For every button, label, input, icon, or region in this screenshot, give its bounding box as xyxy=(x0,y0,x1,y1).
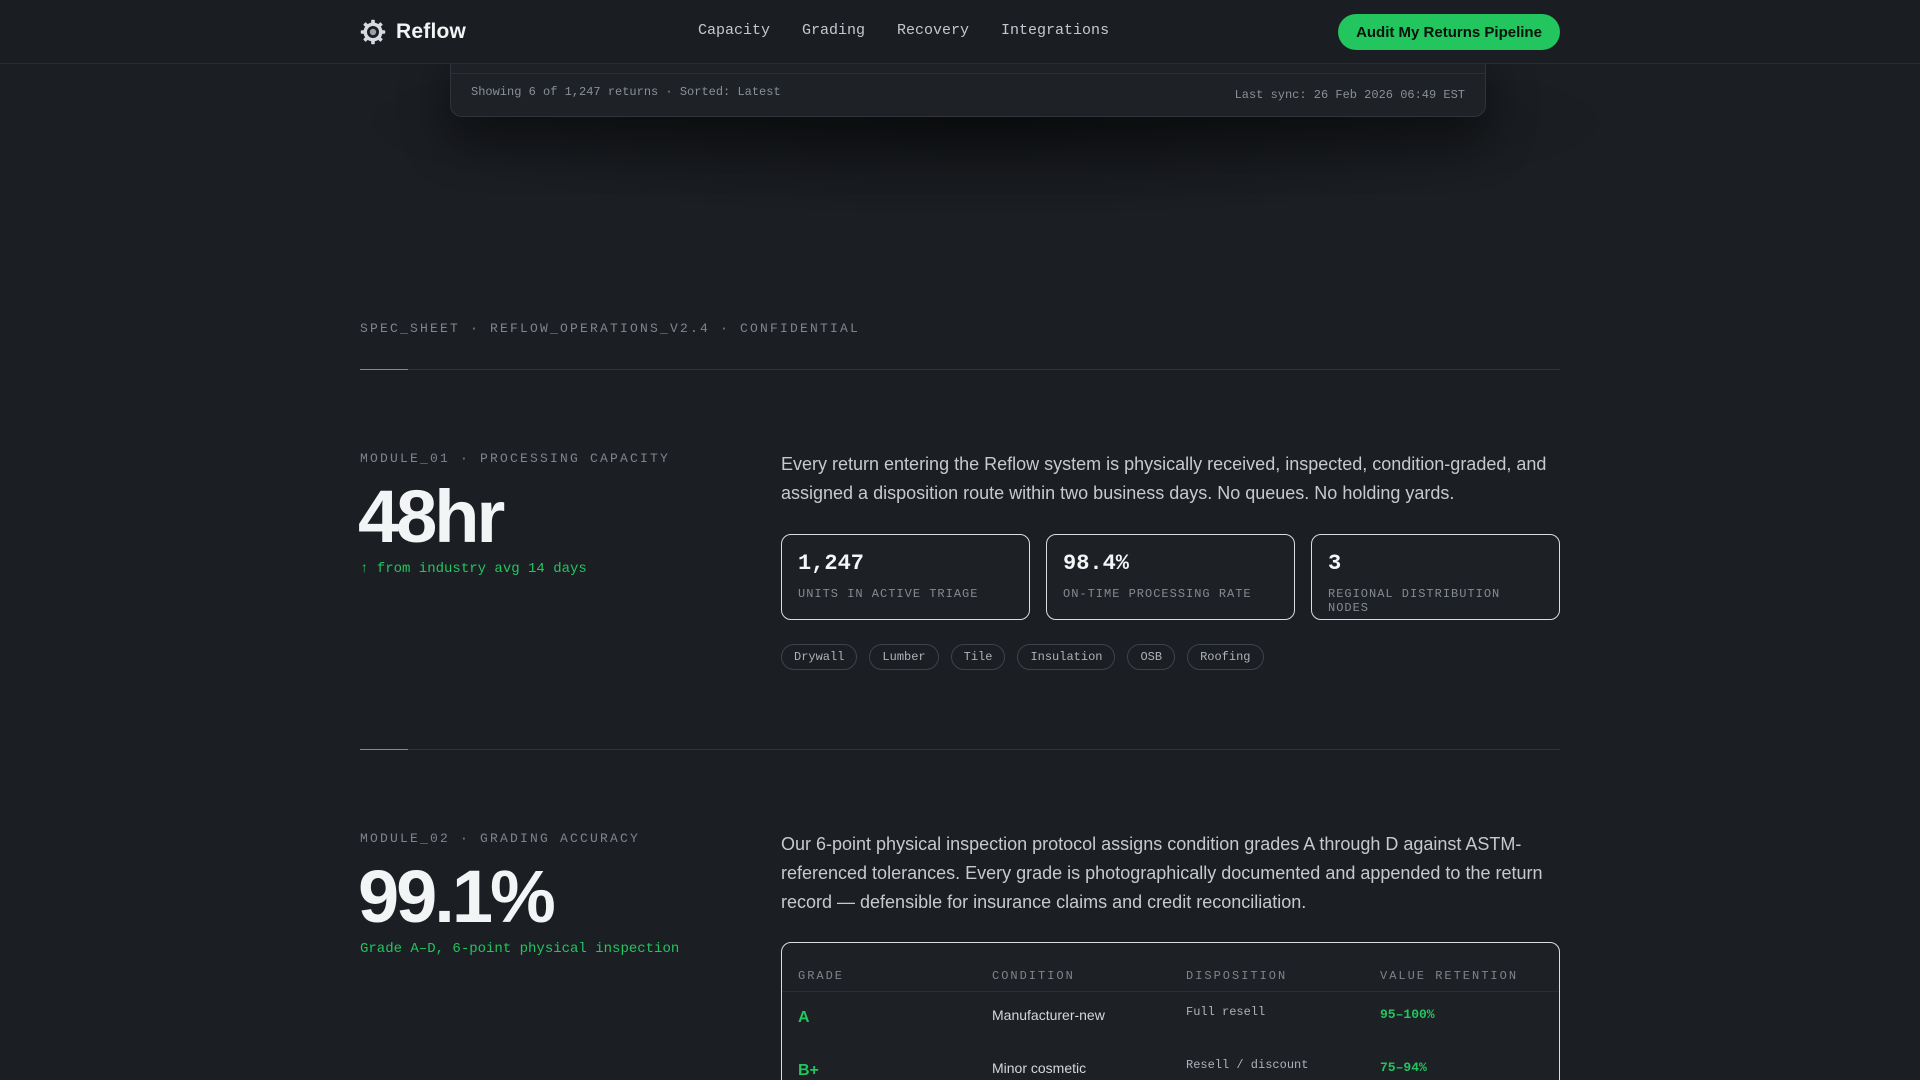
module-02-description: Our 6-point physical inspection protocol… xyxy=(781,834,1543,912)
grade-table: GRADE CONDITION DISPOSITION VALUE RETENT… xyxy=(781,942,1560,1080)
stat-value: 1,247 xyxy=(798,551,865,576)
module-02-label: MODULE_02 · GRADING ACCURACY xyxy=(360,831,641,846)
table-header-divider xyxy=(782,991,1559,992)
row-a-retention: 95–100% xyxy=(1380,1007,1435,1022)
tag-lumber[interactable]: Lumber xyxy=(869,644,939,670)
column-header-disposition: DISPOSITION xyxy=(1186,969,1288,983)
stat-value: 3 xyxy=(1328,551,1342,576)
module-01-description: Every return entering the Reflow system … xyxy=(781,454,1547,503)
module-01-note: ↑ from industry avg 14 days xyxy=(360,561,587,577)
nav-grading[interactable]: Grading xyxy=(802,22,865,39)
material-tags: Drywall Lumber Tile Insulation OSB Roofi… xyxy=(781,644,1264,670)
module-02-metric: 99.1% xyxy=(358,855,556,938)
row-a-disposition: Full resell xyxy=(1186,1005,1266,1019)
section-divider xyxy=(360,749,1560,750)
audit-pipeline-button[interactable]: Audit My Returns Pipeline xyxy=(1338,14,1560,50)
tag-roofing[interactable]: Roofing xyxy=(1187,644,1264,670)
row-bplus-disposition: Resell / discount xyxy=(1186,1058,1309,1072)
module-01-metric: 48hr xyxy=(358,475,505,558)
nav-recovery[interactable]: Recovery xyxy=(897,22,969,39)
brand[interactable]: Reflow xyxy=(360,18,466,46)
stat-card-ontime: 98.4% ON-TIME PROCESSING RATE xyxy=(1046,534,1295,620)
column-header-condition: CONDITION xyxy=(992,969,1075,983)
tag-drywall[interactable]: Drywall xyxy=(781,644,858,670)
tag-insulation[interactable]: Insulation xyxy=(1017,644,1116,670)
gear-icon xyxy=(360,19,386,45)
site-header: Reflow Capacity Grading Recovery Integra… xyxy=(0,0,1920,64)
nav-capacity[interactable]: Capacity xyxy=(698,22,770,39)
stat-label: REGIONAL DISTRIBUTION NODES xyxy=(1328,587,1501,615)
row-bplus-grade: B+ xyxy=(798,1062,819,1079)
column-header-grade: GRADE xyxy=(798,969,845,983)
section-divider xyxy=(360,369,1560,370)
module-02-note: Grade A–D, 6-point physical inspection xyxy=(360,941,680,957)
spec-sheet-label: SPEC_SHEET · REFLOW_OPERATIONS_V2.4 · CO… xyxy=(360,321,861,336)
stat-card-nodes: 3 REGIONAL DISTRIBUTION NODES xyxy=(1311,534,1560,620)
row-bplus-retention: 75–94% xyxy=(1380,1060,1427,1075)
column-header-retention: VALUE RETENTION xyxy=(1380,969,1519,983)
module-01-label: MODULE_01 · PROCESSING CAPACITY xyxy=(360,451,671,466)
stat-value: 98.4% xyxy=(1063,551,1130,576)
tag-tile[interactable]: Tile xyxy=(950,644,1006,670)
stat-label: ON-TIME PROCESSING RATE xyxy=(1063,587,1252,601)
divider-accent xyxy=(360,749,408,750)
stat-card-triage: 1,247 UNITS IN ACTIVE TRIAGE xyxy=(781,534,1030,620)
row-a-grade: A xyxy=(798,1009,810,1026)
tag-osb[interactable]: OSB xyxy=(1127,644,1176,670)
divider-accent xyxy=(360,369,408,370)
card-divider xyxy=(451,73,1485,74)
main-nav: Capacity Grading Recovery Integrations xyxy=(698,22,1109,39)
row-bplus-condition: Minor cosmetic xyxy=(992,1060,1087,1076)
brand-name: Reflow xyxy=(396,20,467,43)
nav-integrations[interactable]: Integrations xyxy=(1001,22,1109,39)
stat-cards: 1,247 UNITS IN ACTIVE TRIAGE 98.4% ON-TI… xyxy=(781,534,1560,620)
row-a-condition: Manufacturer-new xyxy=(992,1007,1105,1023)
last-sync-text: Last sync: 26 Feb 2026 06:49 EST xyxy=(1234,88,1465,102)
stat-label: UNITS IN ACTIVE TRIAGE xyxy=(798,587,979,601)
returns-count-text: Showing 6 of 1,247 returns · Sorted: Lat… xyxy=(471,85,781,99)
